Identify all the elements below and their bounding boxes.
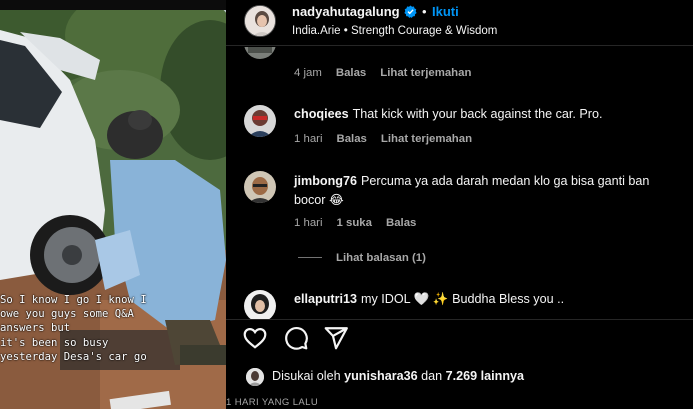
share-icon[interactable]: [323, 325, 349, 351]
video-caption: So I know I go I know I owe you guys som…: [0, 293, 226, 364]
comment-avatar-image: [244, 47, 276, 59]
comment-text: my IDOL 🤍 ✨ Buddha Bless you ..: [361, 292, 565, 306]
comment-time: 1 hari: [294, 133, 323, 145]
caption-line: So I know I go I know I: [0, 294, 147, 306]
comment-body: ellaputri13 my IDOL 🤍 ✨ Buddha Bless you …: [294, 290, 679, 309]
comment-username[interactable]: choqiees: [294, 107, 349, 121]
liked-by-prefix: Disukai oleh: [272, 369, 341, 383]
liker-avatar[interactable]: [246, 368, 264, 386]
verified-badge-icon: [404, 5, 417, 18]
liked-by-and: dan: [421, 369, 443, 383]
comment-body: jimbong76 Percuma ya ada darah medan klo …: [294, 172, 679, 210]
caption-line: owe you guys some Q&A: [0, 308, 134, 321]
follow-button[interactable]: Ikuti: [432, 4, 459, 19]
comment-icon[interactable]: [283, 325, 309, 351]
comment-avatar-image: [244, 105, 276, 137]
header-separator: •: [422, 4, 427, 19]
liker-avatar-image: [246, 368, 264, 386]
comments-panel: nadyahutagalung • Ikuti India.Arie • Str…: [226, 0, 693, 409]
author-username[interactable]: nadyahutagalung: [292, 4, 400, 19]
comment-avatar[interactable]: [244, 47, 276, 59]
replies-line: [298, 257, 322, 259]
comment-avatar[interactable]: [244, 171, 276, 203]
view-replies-button[interactable]: Lihat balasan (1): [298, 252, 426, 264]
comment-username[interactable]: ellaputri13: [294, 292, 357, 306]
comment-meta: 1 hari Balas Lihat terjemahan: [294, 133, 486, 145]
comments-list[interactable]: 4 jam Balas Lihat terjemahan choqiees That …: [226, 47, 693, 319]
liked-by-user[interactable]: yunishara36: [344, 369, 418, 383]
reply-button[interactable]: Balas: [336, 67, 366, 79]
reply-button[interactable]: Balas: [386, 217, 416, 229]
comment-body: choqiees That kick with your back against…: [294, 105, 679, 124]
post-header: nadyahutagalung • Ikuti India.Arie • Str…: [226, 0, 693, 46]
post-actions: Disukai oleh yunishara36 dan 7.269 lainn…: [226, 319, 693, 409]
comment-avatar[interactable]: [244, 290, 276, 319]
comment-username[interactable]: jimbong76: [294, 174, 357, 188]
post-timestamp[interactable]: 1 HARI YANG LALU: [226, 397, 318, 408]
comment-avatar[interactable]: [244, 105, 276, 137]
post-media[interactable]: So I know I go I know I owe you guys som…: [0, 0, 226, 409]
comment-meta: 4 jam Balas Lihat terjemahan: [294, 67, 485, 79]
heart-icon[interactable]: [242, 325, 268, 351]
translate-button[interactable]: Lihat terjemahan: [381, 133, 472, 145]
liked-by-text: Disukai oleh yunishara36 dan 7.269 lainn…: [272, 369, 524, 383]
audio-subtitle[interactable]: India.Arie • Strength Courage & Wisdom: [292, 25, 497, 37]
translate-button[interactable]: Lihat terjemahan: [380, 67, 471, 79]
comment-time: 4 jam: [294, 67, 322, 79]
comment-text: That kick with your back against the car…: [352, 107, 603, 121]
comment-avatar-image: [244, 290, 276, 319]
liked-by-others[interactable]: 7.269 lainnya: [446, 369, 524, 383]
caption-line: answers but: [0, 322, 71, 335]
author-avatar[interactable]: [244, 5, 276, 37]
comment-likes-count[interactable]: 1 suka: [337, 217, 372, 229]
view-replies-label: Lihat balasan (1): [336, 252, 426, 264]
caption-line: it's been so busy: [0, 336, 109, 349]
comment-time: 1 hari: [294, 217, 323, 229]
comment-meta: 1 hari 1 suka Balas: [294, 217, 430, 229]
comment-avatar-image: [244, 171, 276, 203]
reply-button[interactable]: Balas: [337, 133, 367, 145]
author-avatar-image: [245, 6, 275, 36]
caption-line: yesterday Desa's car go: [0, 350, 147, 363]
